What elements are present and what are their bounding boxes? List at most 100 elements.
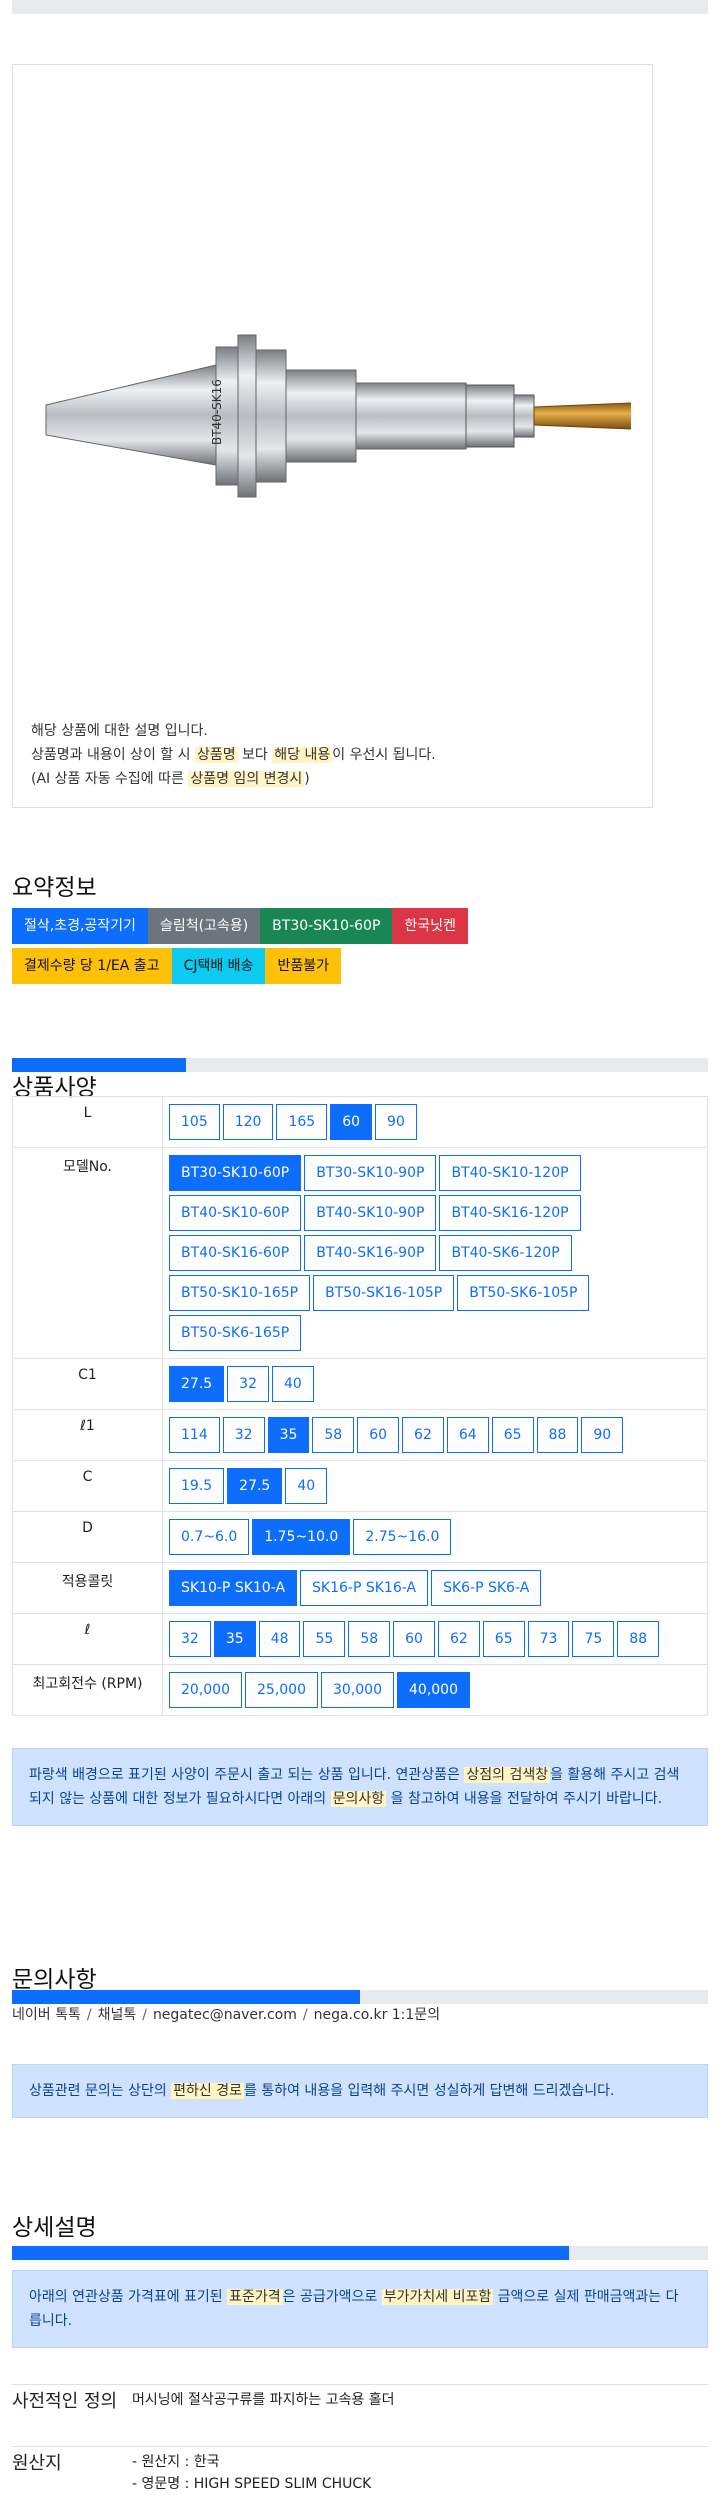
spec-option-button[interactable]: 60 — [330, 1104, 373, 1140]
spec-row: 모델No. BT30-SK10-60P BT30-SK10-90P BT40-SK10… — [12, 1147, 708, 1359]
inquiry-notice: 상품관련 문의는 상단의 편하신 경로 를 통하여 내용을 입력해 주시면 성실하… — [12, 2064, 708, 2118]
spec-option-button[interactable]: 60 — [357, 1417, 400, 1453]
spec-option-button[interactable]: 25,000 — [245, 1672, 318, 1708]
spec-label: L — [12, 1096, 163, 1148]
link-separator: / — [86, 2007, 92, 2023]
detail-progress-bar — [12, 2246, 708, 2260]
spec-option-button[interactable]: 19.5 — [169, 1468, 225, 1504]
spec-option-button[interactable]: 165 — [276, 1104, 328, 1140]
highlight-inquiry: 문의사항 — [330, 1791, 387, 1807]
spec-row: C 19.5 27.5 40 — [12, 1460, 708, 1512]
summary-badges-row-2: 결제수량 당 1/EA 출고 CJ택배 배송 반품불가 — [12, 948, 341, 984]
spec-options: 27.5 32 40 — [167, 1364, 703, 1404]
origin-value: - 원산지 : 한국 - 영문명 : HIGH SPEED SLIM CHUCK — [132, 2454, 372, 2492]
spec-option-button[interactable]: SK10-P SK10-A — [169, 1570, 298, 1606]
link-separator: / — [302, 2007, 308, 2023]
spec-option-button[interactable]: BT50-SK16-105P — [313, 1275, 455, 1311]
spec-option-button[interactable]: BT30-SK10-60P — [169, 1155, 302, 1191]
spec-option-button[interactable]: 40 — [285, 1468, 328, 1504]
spec-option-button[interactable]: 32 — [222, 1417, 265, 1453]
spec-option-button[interactable]: 35 — [213, 1621, 256, 1657]
spec-option-button[interactable]: BT50-SK6-165P — [169, 1315, 302, 1351]
inquiry-link-3[interactable]: nega.co.kr 1:1문의 — [314, 2007, 440, 2023]
spec-option-button[interactable]: 55 — [303, 1621, 346, 1657]
spec-option-button[interactable]: 62 — [402, 1417, 444, 1453]
spec-option-button[interactable]: SK6-P SK6-A — [431, 1570, 542, 1606]
spec-option-button[interactable]: 32 — [227, 1366, 269, 1402]
detail-title: 상세설명 — [12, 2215, 97, 2241]
spec-option-button[interactable]: 40,000 — [397, 1672, 470, 1708]
spec-row: C1 27.5 32 40 — [12, 1358, 708, 1410]
summary-row1-badge-2: BT30-SK10-60P — [260, 908, 393, 944]
inquiry-links: 네이버 톡톡 / 채널톡 / negatec@naver.com / nega.co.kr … — [12, 2004, 440, 2024]
spec-option-button[interactable]: 88 — [617, 1621, 660, 1657]
spec-label: C1 — [12, 1358, 163, 1410]
spec-label: C — [12, 1460, 163, 1512]
description-line-1: 해당 상품에 대한 설명 입니다. — [31, 723, 208, 739]
definition-value: 머시닝에 절삭공구류를 파지하는 고속용 홀더 — [132, 2392, 395, 2408]
product-image-panel: BT40-SK16 해당 상품에 대한 설명 입니다. 상품명과 내용이 상이 … — [12, 64, 653, 808]
inquiry-progress-fill — [12, 1990, 360, 2004]
spec-option-button[interactable]: 73 — [527, 1621, 570, 1657]
spec-options: 32 35 48 55 58 60 62 65 73 75 88 — [167, 1619, 703, 1659]
spec-option-button[interactable]: 40 — [272, 1366, 314, 1402]
spec-options: 20,000 25,000 30,000 40,000 — [167, 1670, 703, 1710]
spec-options: 105 120 165 60 90 — [167, 1102, 703, 1142]
top-divider — [12, 0, 708, 14]
summary-badges-row-1: 절삭,초경,공작기기 슬림척(고속용) BT30-SK10-60P 한국닛켄 — [12, 908, 468, 944]
spec-option-button[interactable]: 114 — [169, 1417, 220, 1453]
highlight-product-name: 상품명 — [194, 747, 238, 763]
spec-option-button[interactable]: 58 — [348, 1621, 391, 1657]
spec-option-button[interactable]: 58 — [312, 1417, 355, 1453]
spec-options: 0.7~6.0 1.75~10.0 2.75~16.0 — [167, 1517, 703, 1557]
spec-option-button[interactable]: 1.75~10.0 — [252, 1519, 351, 1555]
spec-label: ℓ — [12, 1613, 163, 1665]
origin-row: 원산지 - 원산지 : 한국 - 영문명 : HIGH SPEED SLIM C… — [12, 2446, 708, 2492]
product-description: 해당 상품에 대한 설명 입니다. 상품명과 내용이 상이 할 시 상품명 보다… — [31, 719, 436, 791]
product-image-label: BT40-SK16 — [210, 379, 224, 445]
spec-option-button[interactable]: BT40-SK16-60P — [169, 1235, 302, 1271]
spec-option-button[interactable]: 35 — [267, 1417, 310, 1453]
spec-option-button[interactable]: 2.75~16.0 — [353, 1519, 452, 1555]
spec-row: 최고회전수 (RPM) 20,000 25,000 30,000 40,000 — [12, 1664, 708, 1716]
spec-option-button[interactable]: 0.7~6.0 — [169, 1519, 250, 1555]
inquiry-link-0[interactable]: 네이버 톡톡 — [12, 2007, 81, 2023]
spec-option-button[interactable]: 120 — [222, 1104, 274, 1140]
spec-option-button[interactable]: 30,000 — [321, 1672, 394, 1708]
spec-option-button[interactable]: BT50-SK6-105P — [457, 1275, 590, 1311]
inquiry-link-1[interactable]: 채널톡 — [98, 2007, 137, 2023]
spec-option-button[interactable]: 90 — [375, 1104, 417, 1140]
spec-label: D — [12, 1511, 163, 1563]
summary-row1-badge-1: 슬림척(고속용) — [147, 908, 261, 944]
spec-option-button[interactable]: 65 — [482, 1621, 525, 1657]
spec-option-button[interactable]: 62 — [437, 1621, 480, 1657]
spec-option-button[interactable]: 88 — [536, 1417, 579, 1453]
spec-option-button[interactable]: 27.5 — [227, 1468, 283, 1504]
spec-option-button[interactable]: BT30-SK10-90P — [304, 1155, 437, 1191]
spec-option-button[interactable]: BT50-SK10-165P — [169, 1275, 311, 1311]
spec-row: 적용콜릿 SK10-P SK10-A SK16-P SK16-A SK6-P SK6-… — [12, 1562, 708, 1614]
spec-option-button[interactable]: BT40-SK10-60P — [169, 1195, 302, 1231]
spec-option-button[interactable]: BT40-SK10-120P — [439, 1155, 581, 1191]
spec-option-button[interactable]: 20,000 — [169, 1672, 242, 1708]
spec-option-button[interactable]: SK16-P SK16-A — [300, 1570, 429, 1606]
highlight-name-change: 상품명 임의 변경시 — [188, 771, 305, 787]
spec-options: 114 32 35 58 60 62 64 65 88 90 — [167, 1415, 703, 1455]
spec-option-button[interactable]: 65 — [491, 1417, 534, 1453]
summary-title: 요약정보 — [12, 875, 97, 901]
spec-option-button[interactable]: BT40-SK16-90P — [304, 1235, 437, 1271]
inquiry-link-2[interactable]: negatec@naver.com — [153, 2007, 297, 2023]
spec-row: ℓ1 114 32 35 58 60 62 64 65 88 90 — [12, 1409, 708, 1461]
spec-option-button[interactable]: 90 — [581, 1417, 624, 1453]
spec-option-button[interactable]: BT40-SK6-120P — [439, 1235, 572, 1271]
spec-option-button[interactable]: BT40-SK16-120P — [439, 1195, 581, 1231]
spec-table: L 105 120 165 60 90 모델No. BT30-SK10-60P BT30-SK1… — [12, 1096, 708, 1716]
spec-option-button[interactable]: BT40-SK10-90P — [304, 1195, 437, 1231]
spec-option-button[interactable]: 105 — [169, 1104, 220, 1140]
spec-option-button[interactable]: 75 — [572, 1621, 615, 1657]
spec-option-button[interactable]: 27.5 — [169, 1366, 225, 1402]
spec-option-button[interactable]: 64 — [446, 1417, 489, 1453]
spec-option-button[interactable]: 32 — [169, 1621, 211, 1657]
spec-option-button[interactable]: 48 — [258, 1621, 301, 1657]
spec-option-button[interactable]: 60 — [393, 1621, 435, 1657]
